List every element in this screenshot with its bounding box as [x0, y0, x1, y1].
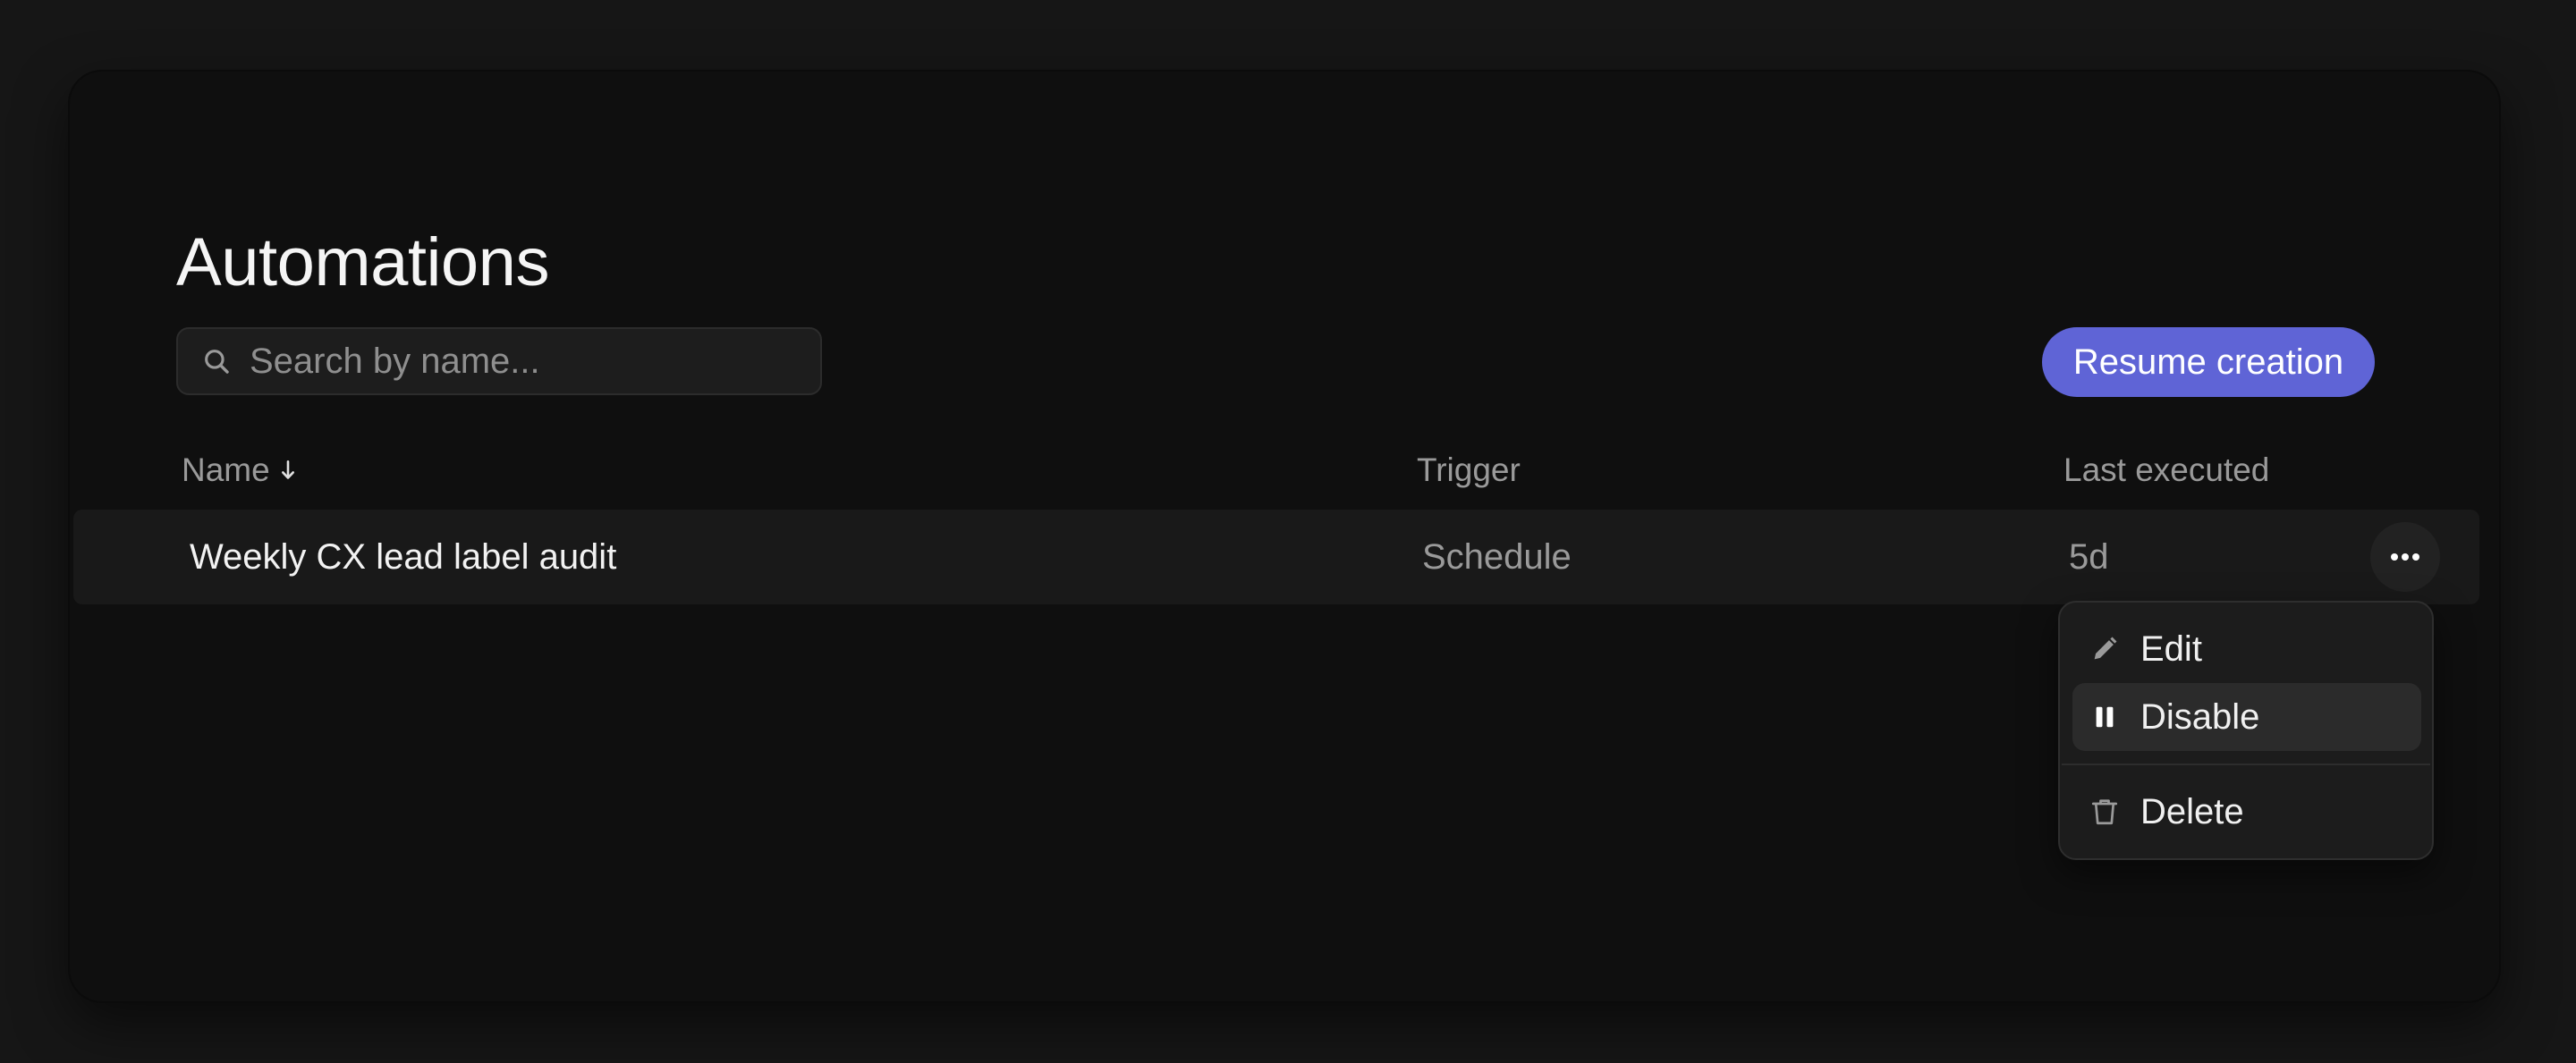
pause-icon	[2087, 699, 2123, 735]
menu-item-disable[interactable]: Disable	[2072, 683, 2421, 751]
column-header-last-executed-label: Last executed	[2063, 451, 2270, 488]
pencil-icon	[2087, 631, 2123, 667]
automation-trigger: Schedule	[1422, 537, 1572, 577]
page-title: Automations	[176, 224, 549, 300]
column-header-trigger[interactable]: Trigger	[1417, 451, 1521, 489]
menu-item-edit[interactable]: Edit	[2072, 615, 2421, 683]
menu-item-edit-label: Edit	[2140, 629, 2202, 669]
trash-icon	[2087, 794, 2123, 830]
arrow-down-icon	[281, 460, 294, 479]
search-box[interactable]	[176, 327, 822, 395]
menu-divider	[2062, 764, 2430, 765]
more-horizontal-icon	[2391, 553, 2419, 561]
menu-item-delete[interactable]: Delete	[2072, 778, 2421, 846]
column-header-name-label: Name	[182, 451, 270, 488]
search-input[interactable]	[232, 328, 820, 394]
automation-last-executed: 5d	[2069, 537, 2109, 577]
column-header-name[interactable]: Name	[182, 451, 297, 489]
menu-item-delete-label: Delete	[2140, 791, 2244, 831]
automations-window: Automations Resume creation Name Trigger…	[70, 72, 2499, 1001]
search-icon	[205, 350, 229, 374]
menu-item-disable-label: Disable	[2140, 696, 2260, 737]
automation-name: Weekly CX lead label audit	[190, 537, 617, 577]
row-actions-button[interactable]	[2370, 522, 2440, 592]
column-header-last-executed[interactable]: Last executed	[2063, 451, 2269, 489]
resume-creation-button[interactable]: Resume creation	[2042, 327, 2375, 397]
table-row[interactable]: Weekly CX lead label audit Schedule 5d	[73, 510, 2479, 604]
column-header-trigger-label: Trigger	[1417, 451, 1521, 488]
row-actions-menu: Edit Disable Delete	[2058, 601, 2434, 860]
